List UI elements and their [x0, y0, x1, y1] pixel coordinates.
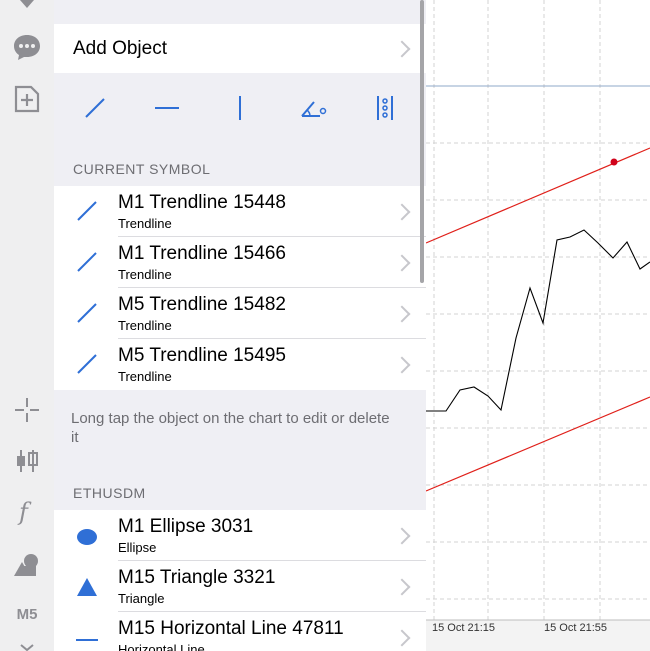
- objects-panel: Add Object CURRENT SYMBOL M1 Trendline 1…: [54, 0, 426, 651]
- trendline-anchor-point[interactable]: [610, 158, 618, 166]
- horizontal-line-icon: [76, 639, 98, 641]
- item-title: M15 Horizontal Line 47811: [118, 618, 344, 639]
- chevron-right-icon: [393, 578, 411, 596]
- trendline-icon: [77, 354, 97, 374]
- item-title: M1 Ellipse 3031: [118, 516, 254, 537]
- x-axis-label: 15 Oct 21:55: [544, 622, 607, 634]
- left-toolbar: f M5: [0, 0, 54, 651]
- item-title: M5 Trendline 15495: [118, 345, 286, 366]
- add-object-label: Add Object: [73, 37, 167, 59]
- chevron-down-icon[interactable]: [0, 644, 54, 651]
- item-title: M1 Trendline 15466: [118, 243, 286, 264]
- chevron-right-icon: [393, 305, 411, 323]
- item-subtitle: Trendline: [118, 216, 172, 231]
- ellipse-icon: [77, 529, 97, 545]
- objects-icon[interactable]: [0, 550, 54, 580]
- price-chart[interactable]: 15 Oct 21:15 15 Oct 21:55: [426, 0, 650, 651]
- trendline-icon: [77, 201, 97, 221]
- list-item[interactable]: M1 Trendline 15448 Trendline: [54, 186, 426, 237]
- crosshair-icon[interactable]: [0, 396, 54, 424]
- list-item[interactable]: M1 Ellipse 3031 Ellipse: [54, 510, 426, 561]
- trendline-icon: [77, 303, 97, 323]
- list-item[interactable]: M15 Triangle 3321 Triangle: [54, 561, 426, 612]
- list-item[interactable]: M5 Trendline 15495 Trendline: [54, 339, 426, 390]
- x-axis-label: 15 Oct 21:15: [432, 622, 495, 634]
- candlestick-icon[interactable]: [0, 447, 54, 475]
- chevron-right-icon: [393, 356, 411, 374]
- symbol-header: ETHUSDM: [73, 485, 146, 501]
- svg-text:f: f: [17, 498, 32, 526]
- item-subtitle: Triangle: [118, 591, 165, 606]
- symbol-object-list: M1 Ellipse 3031 Ellipse M15 Triangle 332…: [54, 510, 426, 651]
- item-title: M15 Triangle 3321: [118, 567, 276, 588]
- triangle-icon: [77, 578, 97, 596]
- list-item[interactable]: M15 Horizontal Line 47811 Horizontal Lin…: [54, 612, 426, 651]
- item-title: M1 Trendline 15448: [118, 192, 286, 213]
- object-tools-row: [54, 75, 426, 139]
- hint-text: Long tap the object on the chart to edit…: [71, 410, 390, 446]
- trendline-tool-icon[interactable]: [80, 93, 110, 123]
- add-page-icon[interactable]: [0, 85, 54, 113]
- chevron-right-icon: [393, 527, 411, 545]
- horizontal-line-tool-icon[interactable]: [152, 93, 182, 123]
- chat-icon[interactable]: [0, 32, 54, 62]
- current-symbol-header: CURRENT SYMBOL: [73, 161, 211, 177]
- list-item[interactable]: M1 Trendline 15466 Trendline: [54, 237, 426, 288]
- item-title: M5 Trendline 15482: [118, 294, 286, 315]
- chevron-right-icon: [393, 254, 411, 272]
- function-icon[interactable]: f: [0, 497, 54, 527]
- chevron-right-icon: [393, 629, 411, 647]
- item-subtitle: Trendline: [118, 318, 172, 333]
- item-subtitle: Trendline: [118, 267, 172, 282]
- angle-tool-icon[interactable]: [299, 93, 329, 123]
- current-symbol-list: M1 Trendline 15448 Trendline M1 Trendlin…: [54, 186, 426, 390]
- fibonacci-tool-icon[interactable]: [370, 93, 400, 123]
- download-icon[interactable]: [0, 0, 54, 14]
- item-subtitle: Horizontal Line: [118, 642, 205, 651]
- item-subtitle: Trendline: [118, 369, 172, 384]
- add-object-row[interactable]: Add Object: [54, 24, 426, 73]
- vertical-line-tool-icon[interactable]: [225, 93, 255, 123]
- panel-scrollbar[interactable]: [420, 0, 424, 283]
- list-item[interactable]: M5 Trendline 15482 Trendline: [54, 288, 426, 339]
- trendline-icon: [77, 252, 97, 272]
- timeframe-label[interactable]: M5: [0, 604, 54, 624]
- chevron-right-icon: [393, 203, 411, 221]
- chevron-right-icon: [393, 40, 411, 58]
- item-subtitle: Ellipse: [118, 540, 157, 555]
